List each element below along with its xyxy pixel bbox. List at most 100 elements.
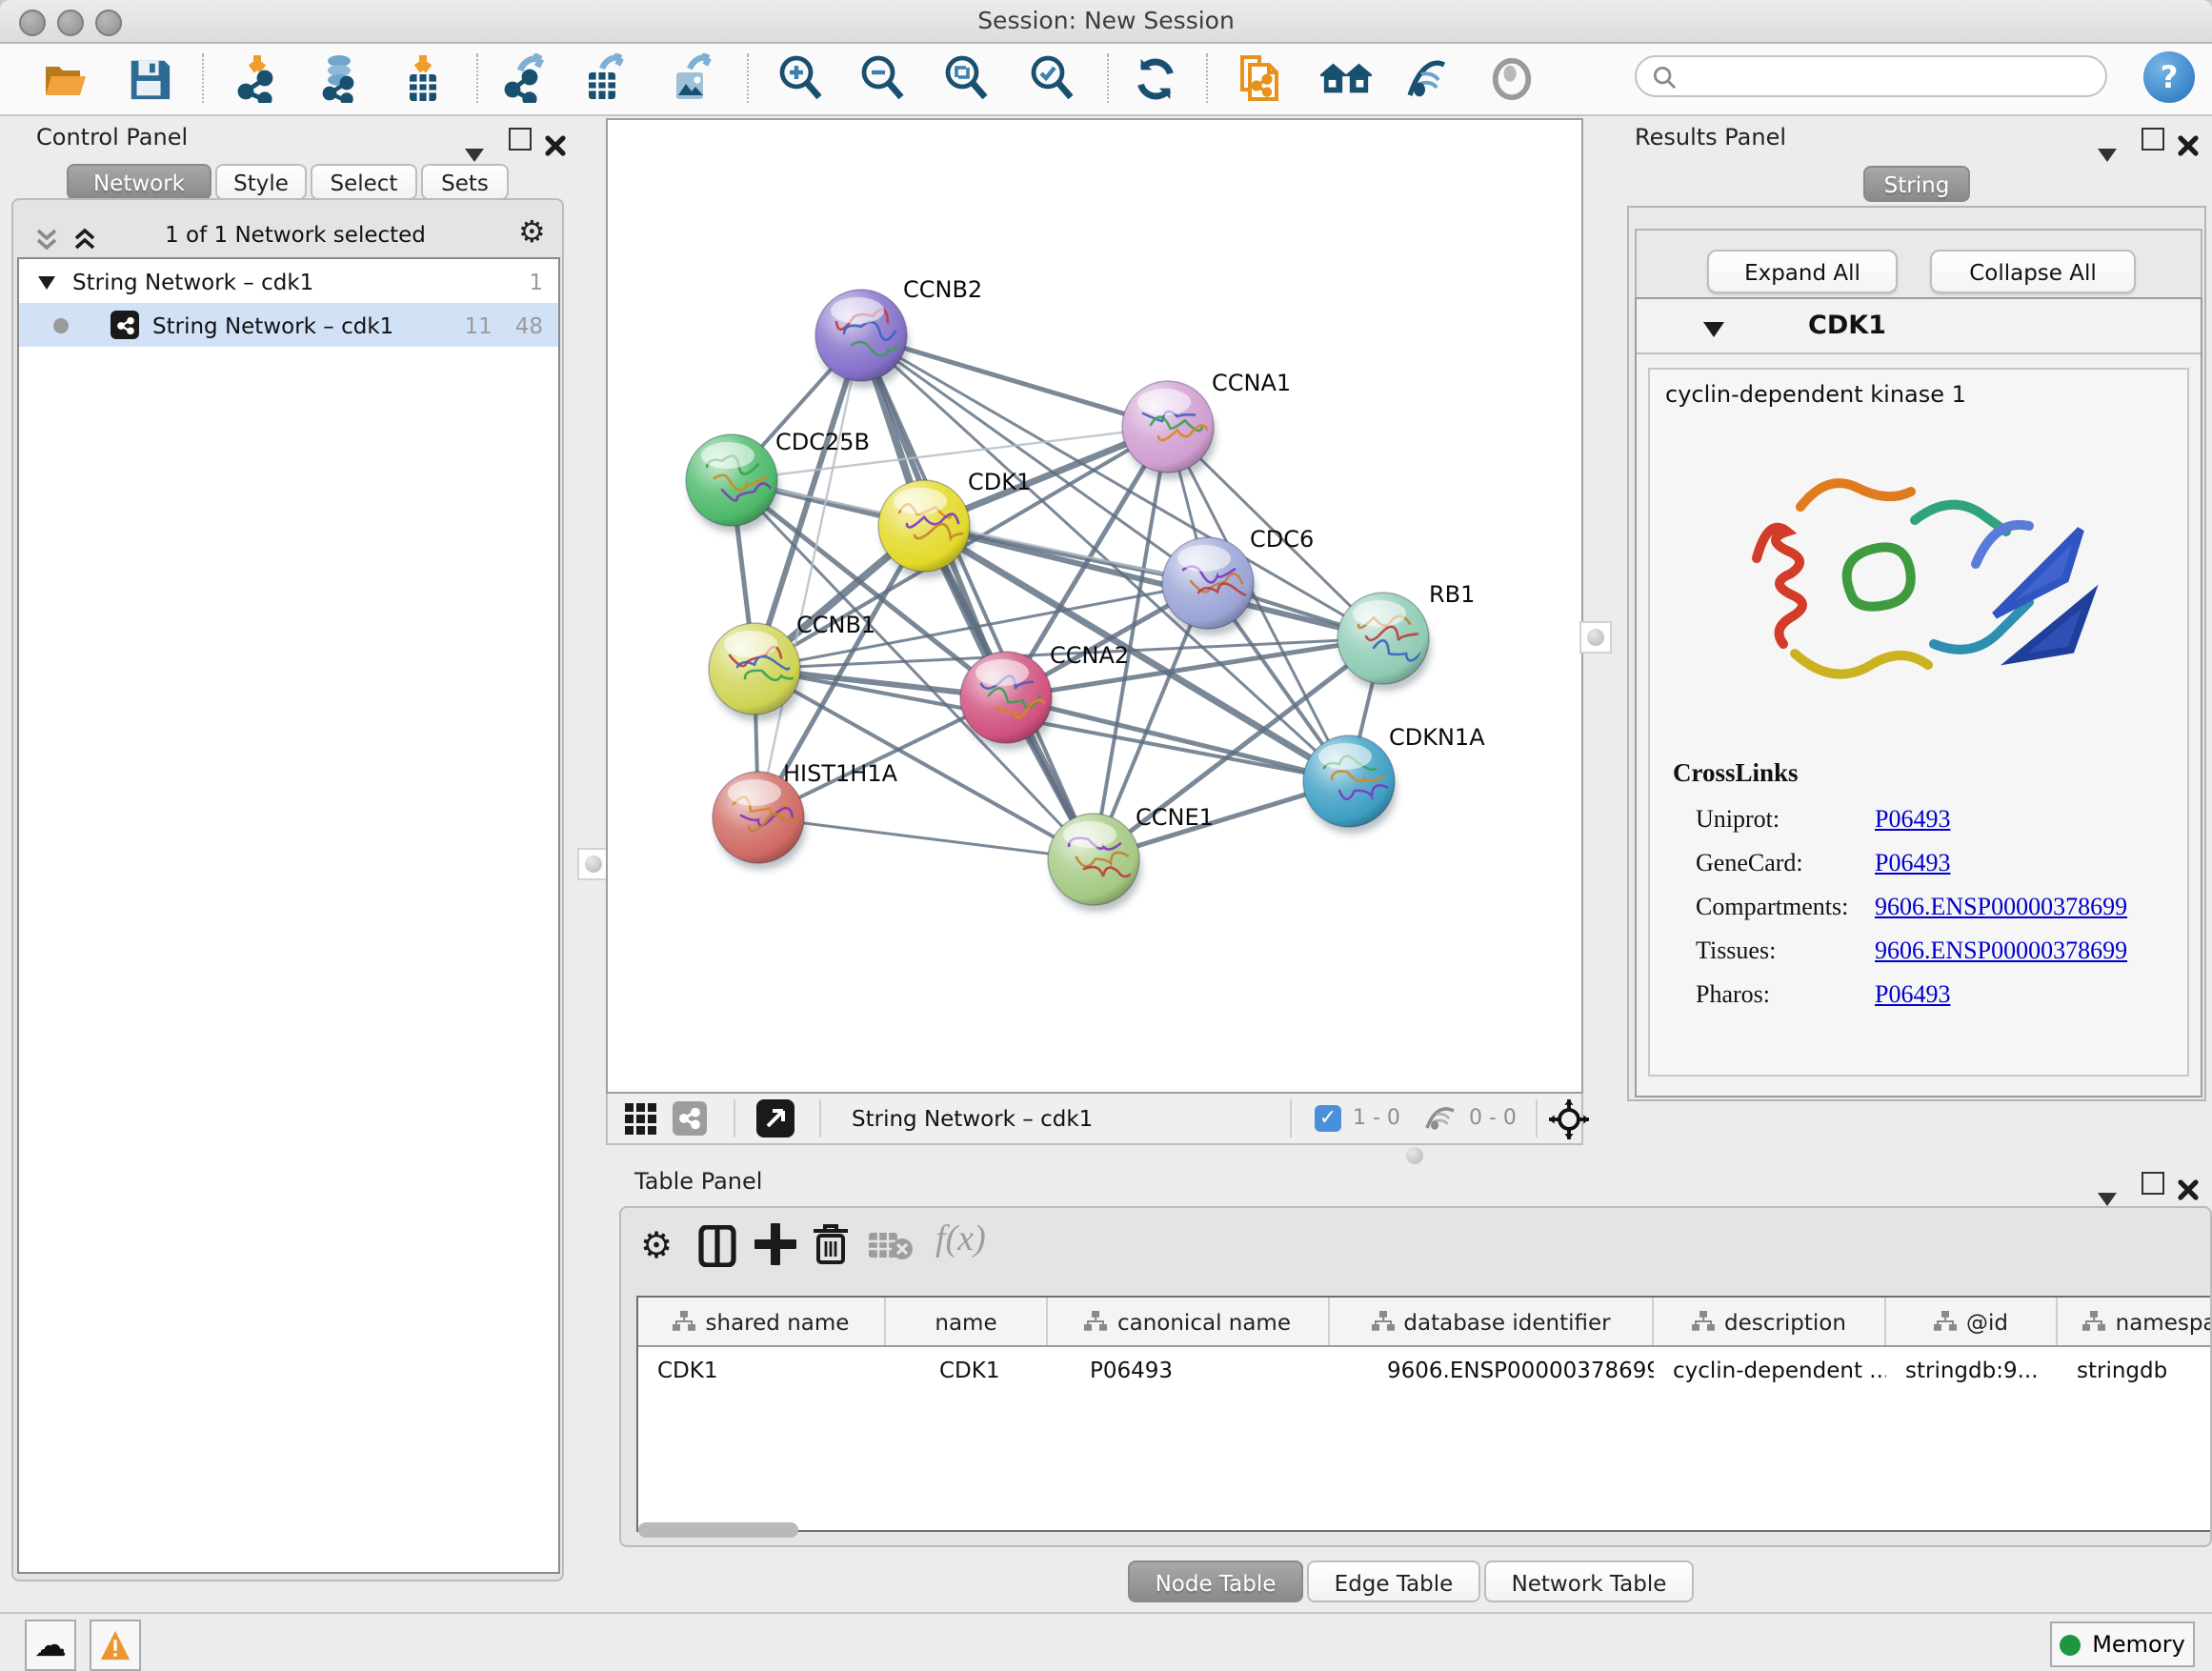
clone-network-button[interactable] bbox=[1233, 51, 1286, 105]
network-share-view-icon[interactable] bbox=[673, 1101, 707, 1136]
help-button[interactable]: ? bbox=[2143, 51, 2195, 103]
column-header[interactable]: namespace bbox=[2058, 1298, 2210, 1345]
titlebar: Session: New Session bbox=[0, 0, 2212, 44]
node-table[interactable]: shared name name canonical name database… bbox=[636, 1296, 2210, 1532]
network-options-gear-icon[interactable]: ⚙ bbox=[518, 213, 546, 250]
zoom-out-button[interactable] bbox=[855, 51, 909, 105]
column-header[interactable]: database identifier bbox=[1330, 1298, 1654, 1345]
crosslinks-title: CrossLinks bbox=[1650, 739, 2187, 789]
zoom-fit-button[interactable] bbox=[939, 51, 993, 105]
tab-network-table[interactable]: Network Table bbox=[1484, 1560, 1694, 1602]
export-network-button[interactable] bbox=[499, 51, 553, 105]
hidden-eye-icon[interactable] bbox=[1423, 1103, 1458, 1139]
crosslink-link[interactable]: P06493 bbox=[1875, 804, 1950, 833]
column-type-icon bbox=[1085, 1311, 1108, 1332]
tab-style[interactable]: Style bbox=[215, 164, 307, 200]
tab-sets[interactable]: Sets bbox=[421, 164, 509, 200]
import-network-from-database-button[interactable] bbox=[312, 51, 366, 105]
control-panel-title: Control Panel bbox=[36, 124, 188, 151]
left-splitter-handle[interactable] bbox=[577, 848, 610, 880]
delete-table-icon[interactable] bbox=[869, 1231, 915, 1269]
collection-expander-icon[interactable] bbox=[38, 268, 55, 294]
column-header[interactable]: description bbox=[1654, 1298, 1886, 1345]
tab-node-table[interactable]: Node Table bbox=[1128, 1560, 1303, 1602]
expand-all-button[interactable]: Expand All bbox=[1707, 250, 1898, 293]
results-panel-collapse-icon[interactable] bbox=[2098, 133, 2117, 170]
table-panel-close-icon[interactable] bbox=[2178, 1172, 2199, 1208]
table-gear-icon[interactable]: ⚙ bbox=[640, 1225, 673, 1267]
column-header[interactable]: canonical name bbox=[1048, 1298, 1330, 1345]
export-network-icon bbox=[501, 53, 551, 103]
tab-select[interactable]: Select bbox=[311, 164, 417, 200]
svg-text:CCNB2: CCNB2 bbox=[903, 276, 982, 303]
svg-text:CCNE1: CCNE1 bbox=[1136, 804, 1214, 831]
search-box[interactable] bbox=[1635, 55, 2107, 97]
import-network-button[interactable] bbox=[232, 51, 286, 105]
save-session-button[interactable] bbox=[122, 51, 175, 105]
network-collection-row[interactable]: String Network – cdk1 1 bbox=[19, 259, 558, 303]
network-label: String Network – cdk1 bbox=[152, 312, 393, 338]
cloud-status-button[interactable]: ☁ bbox=[25, 1620, 76, 1671]
refresh-button[interactable] bbox=[1128, 51, 1181, 105]
column-type-icon bbox=[1934, 1311, 1957, 1332]
expand-all-networks-icon[interactable] bbox=[72, 223, 97, 259]
tab-string[interactable]: String bbox=[1863, 166, 1970, 202]
table-delete-icon[interactable] bbox=[812, 1223, 850, 1273]
export-table-button[interactable] bbox=[577, 51, 631, 105]
birdseye-crosshair-icon[interactable] bbox=[1549, 1099, 1589, 1145]
show-all-panels-button[interactable] bbox=[1318, 51, 1372, 105]
database-icon bbox=[314, 53, 364, 103]
crosslink-link[interactable]: 9606.ENSP00000378699 bbox=[1875, 936, 2127, 964]
column-header[interactable]: name bbox=[886, 1298, 1048, 1345]
collapse-all-networks-icon[interactable] bbox=[34, 223, 59, 259]
table-row[interactable]: CDK1 CDK1 P06493 9606.ENSP00000378699 cy… bbox=[638, 1347, 2210, 1393]
import-table-button[interactable] bbox=[396, 51, 450, 105]
collection-label: String Network – cdk1 bbox=[72, 268, 313, 294]
memory-label: Memory bbox=[2092, 1631, 2185, 1658]
selected-checkbox-icon[interactable]: ✓ bbox=[1315, 1105, 1341, 1132]
svg-text:CCNB1: CCNB1 bbox=[796, 612, 875, 638]
network-row-selected[interactable]: String Network – cdk1 11 48 bbox=[19, 303, 558, 347]
import-table-icon bbox=[398, 53, 448, 103]
results-panel-float-icon[interactable] bbox=[2142, 128, 2164, 151]
open-session-button[interactable] bbox=[38, 51, 91, 105]
control-panel-close-icon[interactable] bbox=[545, 128, 566, 164]
horizontal-splitter-handle[interactable] bbox=[1400, 1141, 1429, 1170]
column-header[interactable]: shared name bbox=[638, 1298, 886, 1345]
collapse-all-button[interactable]: Collapse All bbox=[1930, 250, 2136, 293]
search-input[interactable] bbox=[1684, 63, 2105, 90]
zoom-in-button[interactable] bbox=[774, 51, 827, 105]
refresh-icon bbox=[1131, 54, 1178, 102]
zoom-selected-button[interactable] bbox=[1025, 51, 1078, 105]
crosslink-link[interactable]: 9606.ENSP00000378699 bbox=[1875, 892, 2127, 920]
hide-panels-button[interactable] bbox=[1400, 51, 1454, 105]
export-image-button[interactable] bbox=[665, 51, 718, 105]
grid-view-icon[interactable] bbox=[625, 1103, 657, 1141]
results-scroll-area: CDK1 cyclin-dependent kinase 1 CrossLink bbox=[1635, 297, 2202, 1097]
crosslink-link[interactable]: P06493 bbox=[1875, 848, 1950, 876]
table-horizontal-scrollbar[interactable] bbox=[638, 1522, 798, 1538]
table-columns-icon[interactable] bbox=[697, 1225, 739, 1275]
network-graph[interactable]: CCNB2CCNA1CDC25BCDK1CDC6RB1CCNB1CCNA2CDK… bbox=[606, 118, 1583, 1094]
column-header[interactable]: @id bbox=[1886, 1298, 2058, 1345]
memory-button[interactable]: Memory bbox=[2050, 1621, 2195, 1667]
crosslink-label: Uniprot: bbox=[1696, 796, 1875, 840]
right-splitter-handle[interactable] bbox=[1579, 621, 1612, 654]
gene-section-header[interactable]: CDK1 bbox=[1637, 299, 2201, 354]
column-type-icon bbox=[1371, 1311, 1394, 1332]
window-title: Session: New Session bbox=[0, 6, 2212, 34]
svg-text:CDK1: CDK1 bbox=[968, 469, 1031, 495]
control-panel-float-icon[interactable] bbox=[509, 128, 532, 151]
gene-expander-icon[interactable] bbox=[1703, 308, 1724, 344]
table-panel-float-icon[interactable] bbox=[2142, 1172, 2164, 1195]
table-add-icon[interactable] bbox=[754, 1223, 796, 1273]
table-function-builder[interactable]: f(x) bbox=[935, 1219, 986, 1261]
warnings-button[interactable] bbox=[90, 1620, 141, 1671]
crosslink-link[interactable]: P06493 bbox=[1875, 979, 1950, 1008]
tab-network[interactable]: Network bbox=[67, 164, 211, 200]
network-node-count: 11 bbox=[464, 312, 492, 338]
results-panel-close-icon[interactable] bbox=[2178, 128, 2199, 164]
show-graphics-details-button[interactable] bbox=[1484, 51, 1538, 105]
detach-view-icon[interactable] bbox=[756, 1099, 794, 1137]
tab-edge-table[interactable]: Edge Table bbox=[1307, 1560, 1480, 1602]
